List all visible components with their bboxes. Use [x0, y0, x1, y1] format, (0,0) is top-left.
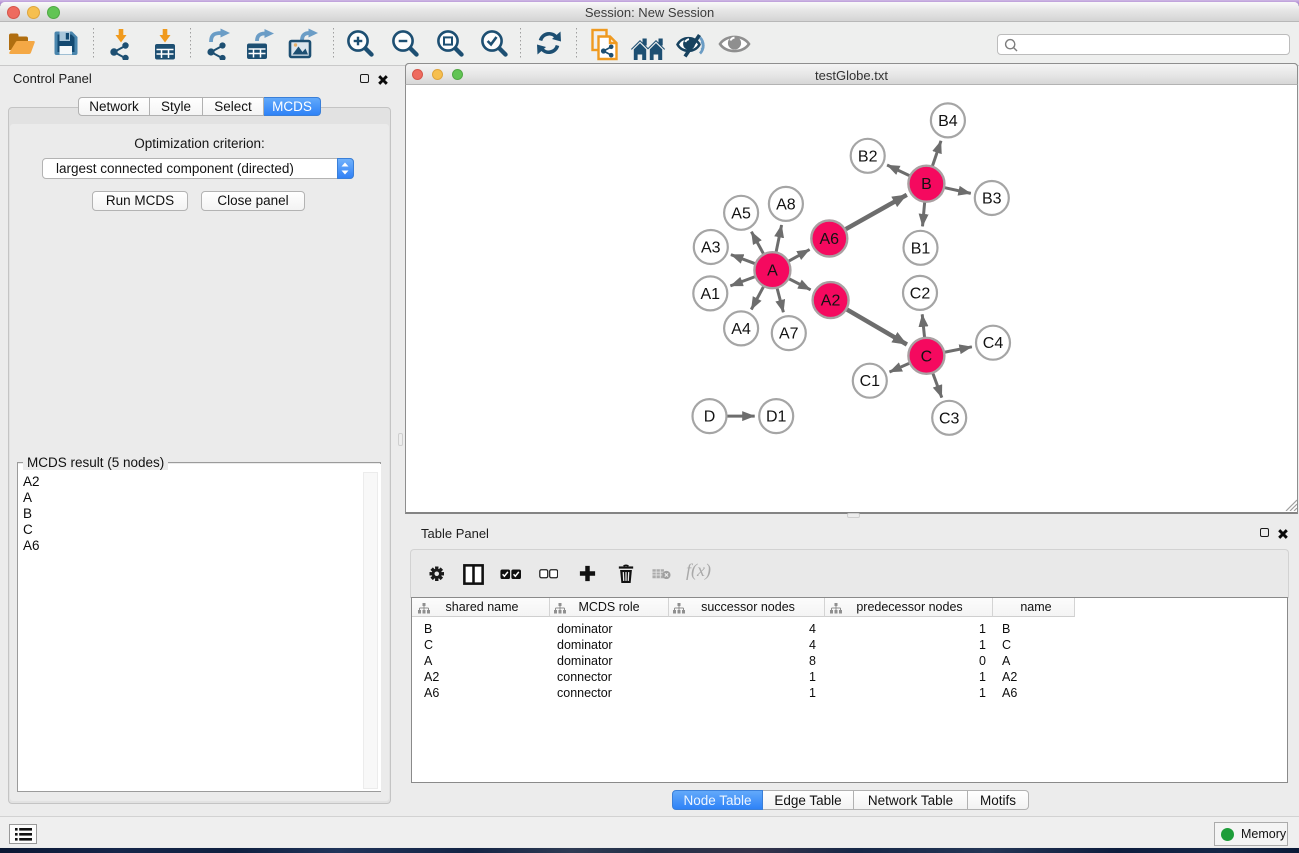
svg-text:B1: B1 [911, 240, 931, 257]
svg-text:D: D [704, 409, 716, 426]
svg-text:C1: C1 [860, 373, 881, 390]
svg-text:A8: A8 [776, 196, 796, 213]
svg-text:A: A [767, 263, 778, 280]
svg-text:A4: A4 [731, 321, 751, 338]
svg-text:C: C [921, 348, 933, 365]
svg-text:B: B [921, 176, 932, 193]
svg-text:C3: C3 [939, 410, 960, 427]
svg-text:D1: D1 [766, 409, 787, 426]
svg-text:C2: C2 [910, 285, 931, 302]
svg-text:A3: A3 [701, 240, 721, 257]
svg-text:A6: A6 [820, 231, 840, 248]
svg-text:B3: B3 [982, 191, 1002, 208]
svg-text:A5: A5 [731, 205, 751, 222]
svg-text:B2: B2 [858, 148, 878, 165]
svg-text:A2: A2 [821, 293, 841, 310]
svg-text:A7: A7 [779, 326, 799, 343]
svg-text:C4: C4 [983, 335, 1004, 352]
svg-text:B4: B4 [938, 113, 958, 130]
svg-text:A1: A1 [701, 286, 721, 303]
